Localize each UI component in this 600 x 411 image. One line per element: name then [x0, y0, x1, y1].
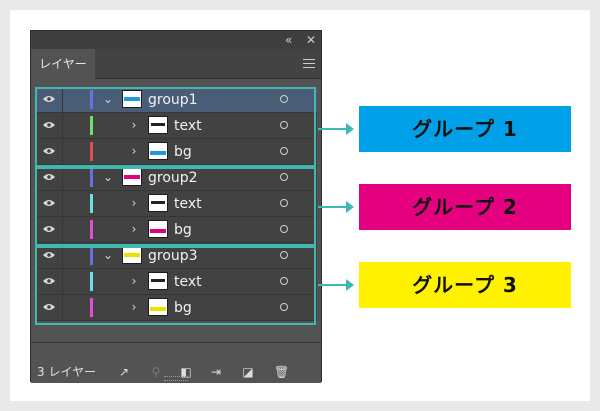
- arrow-group-2: [318, 201, 354, 213]
- panel-tabbar: レイヤー: [31, 49, 321, 79]
- close-icon[interactable]: ✕: [306, 32, 316, 48]
- group-1-outline: [35, 87, 316, 167]
- double-chevron-left-icon[interactable]: «: [285, 32, 292, 48]
- panel-titlebar: « ✕: [31, 31, 321, 49]
- export-icon[interactable]: ↗: [117, 365, 131, 379]
- callout-group-1: グループ 1: [359, 106, 571, 152]
- search-icon[interactable]: ⚲: [149, 365, 163, 379]
- arrow-group-1: [318, 123, 354, 135]
- move-to-layer-icon[interactable]: ⇥: [209, 365, 223, 379]
- new-layer-icon[interactable]: ◪: [241, 365, 255, 379]
- tab-layers[interactable]: レイヤー: [31, 49, 95, 79]
- resize-grip[interactable]: [164, 376, 188, 381]
- hamburger-menu-icon[interactable]: [303, 56, 315, 70]
- group-3-outline: [35, 246, 316, 325]
- group-2-outline: [35, 167, 316, 246]
- trash-icon[interactable]: 🗑: [274, 365, 289, 379]
- divider: [31, 342, 321, 343]
- callout-group-2: グループ 2: [359, 184, 571, 230]
- layer-count: 3 レイヤー: [37, 365, 97, 379]
- arrow-group-3: [318, 279, 354, 291]
- callout-group-3: グループ 3: [359, 262, 571, 308]
